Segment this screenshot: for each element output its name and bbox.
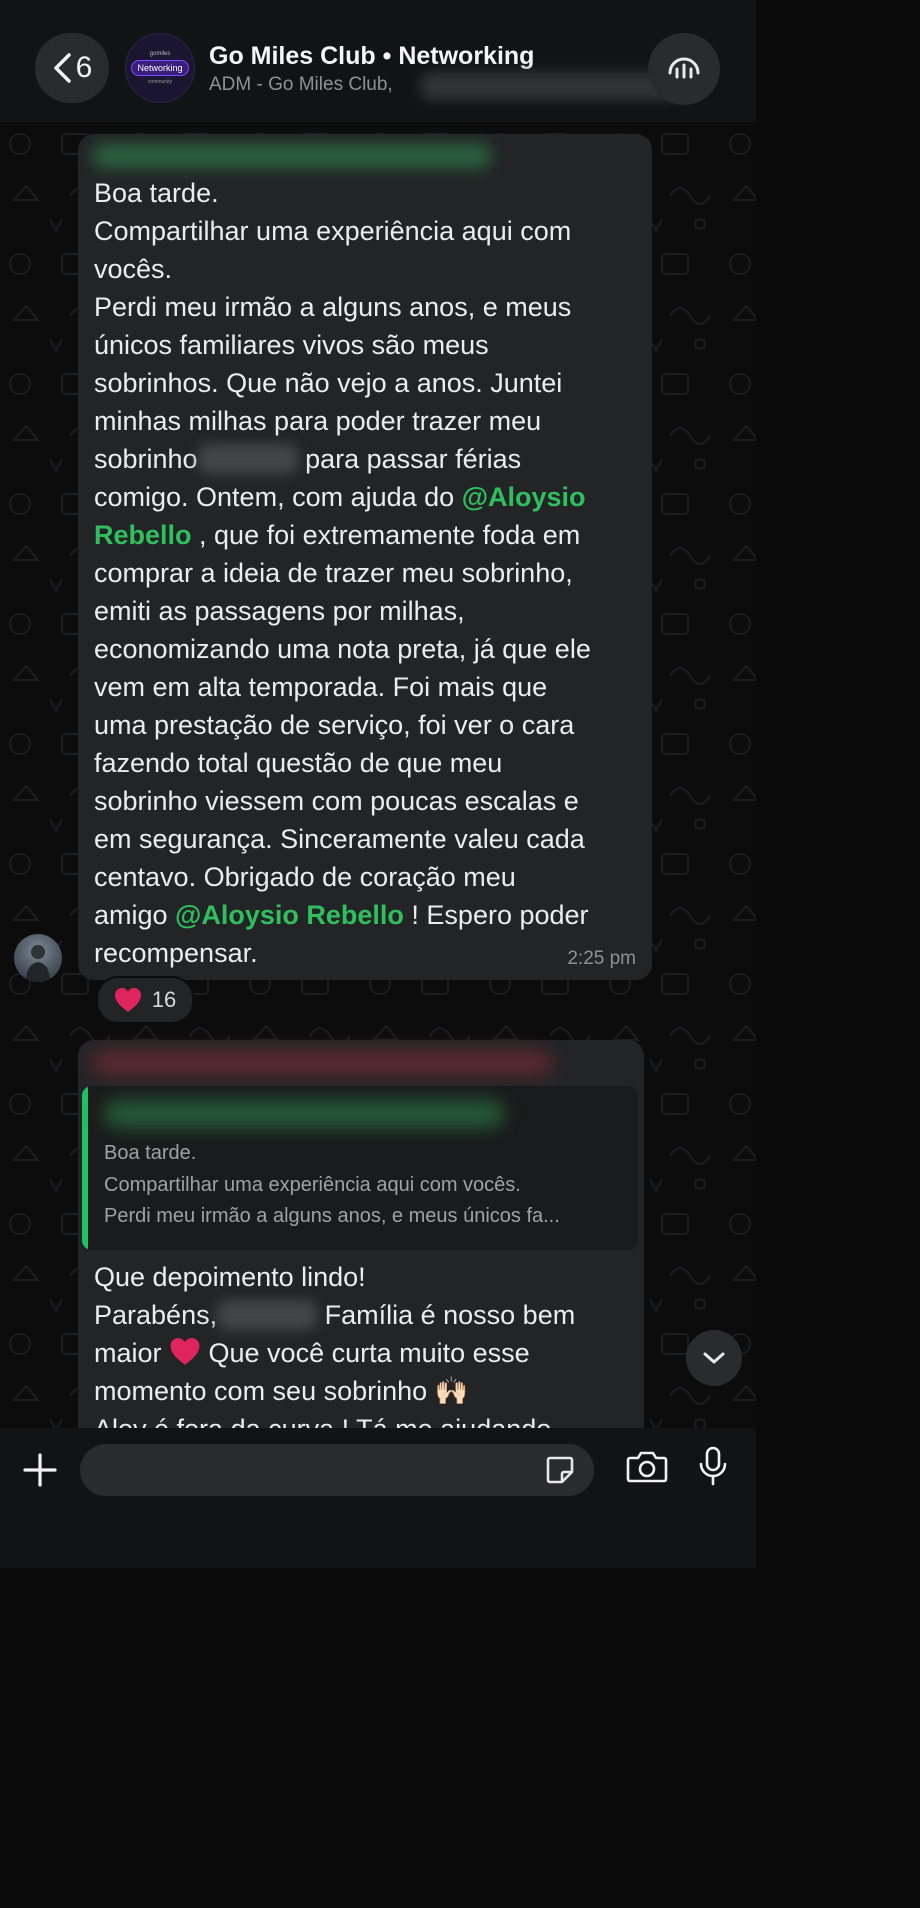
redacted-name [217,1300,318,1330]
message-line: sobrinho para passar férias [94,440,642,478]
text-fragment: sobrinho [94,444,198,474]
message-line: amigo @Aloysio Rebello ! Espero poder [94,896,642,934]
message-line: comprar a ideia de trazer meu sobrinho, [94,558,573,588]
message-composer [0,1428,756,1568]
message-timestamp: 2:25 pm [567,948,636,969]
message-line: em segurança. Sinceramente valeu cada [94,824,585,854]
message-bubble[interactable]: Boa tarde. Compartilhar uma experiência … [78,134,652,980]
message-line: Rebello , que foi extremamente foda em [94,516,642,554]
sender-avatar[interactable] [14,934,62,982]
redacted-sender-name [92,1050,552,1076]
chat-screen: 6 gomiles Networking community Go Miles … [0,0,756,1568]
text-fragment: Que você curta muito esse [201,1338,530,1368]
message-line: Parabéns, Família é nosso bem [94,1296,634,1334]
message-text: Que depoimento lindo! Parabéns, Família … [94,1258,634,1448]
text-fragment: , que foi extremamente foda em [191,520,581,550]
chevron-down-icon [703,1352,725,1364]
camera-icon[interactable] [626,1448,668,1484]
scroll-to-bottom-button[interactable] [686,1330,742,1386]
message-line: únicos familiares vivos são meus [94,330,489,360]
group-avatar[interactable]: gomiles Networking community [125,33,195,103]
mention-link[interactable]: @Aloysio Rebello [175,900,404,930]
sticker-icon[interactable] [544,1454,576,1486]
redacted-name [197,444,298,474]
quote-line: Perdi meu irmão a alguns anos, e meus ún… [104,1205,560,1227]
redacted-quoted-sender [104,1100,504,1128]
mention-link[interactable]: @Aloysio [462,482,586,512]
message-text: Boa tarde. Compartilhar uma experiência … [94,174,642,972]
group-call-button[interactable] [648,33,720,105]
text-fragment: Família é nosso bem [317,1300,576,1330]
text-fragment: para passar férias [297,444,522,474]
mention-link[interactable]: Rebello [94,520,192,550]
text-fragment: ! Espero poder [403,900,589,930]
chat-header: 6 gomiles Networking community Go Miles … [0,0,756,122]
chevron-left-icon [53,53,71,83]
message-line: recompensar. [94,938,258,968]
message-line: Compartilhar uma experiência aqui com [94,216,572,246]
text-fragment: amigo [94,900,176,930]
message-line: vocês. [94,254,173,284]
message-line: uma prestação de serviço, foi ver o cara [94,710,575,740]
message-bubble[interactable]: Boa tarde. Compartilhar uma experiência … [78,1040,644,1460]
message-line: maior Que você curta muito esse [94,1334,634,1372]
text-fragment: maior [94,1338,170,1368]
message-line: Perdi meu irmão a alguns anos, e meus [94,292,572,322]
back-button[interactable]: 6 [35,33,109,103]
message-input[interactable] [80,1444,594,1496]
message-line: emiti as passagens por milhas, [94,596,465,626]
message-line: vem em alta temporada. Foi mais que [94,672,548,702]
message-line: Boa tarde. [94,178,219,208]
reaction-badge[interactable]: 16 [96,976,194,1024]
redacted-sender-name [92,144,492,168]
message-line: centavo. Obrigado de coração meu [94,862,516,892]
audio-call-icon [668,57,700,79]
quote-accent-bar [82,1086,88,1250]
message-line: minhas milhas para poder trazer meu [94,406,542,436]
heart-icon [114,988,141,1012]
avatar-brand-text: gomiles [149,51,171,57]
avatar-photo-icon [26,945,50,982]
heart-emoji-icon [170,1338,200,1365]
text-fragment: Parabéns, [94,1300,218,1330]
message-line: fazendo total questão de que meu [94,748,503,778]
message-line: sobrinhos. Que não vejo a anos. Juntei [94,368,563,398]
message-line: sobrinho viessem com poucas escalas e [94,786,579,816]
message-line: momento com seu sobrinho 🙌🏻 [94,1376,469,1406]
message-line: Que depoimento lindo! [94,1262,366,1292]
quoted-message[interactable]: Boa tarde. Compartilhar uma experiência … [82,1086,638,1250]
quote-line: Boa tarde. [104,1142,197,1164]
unread-count: 6 [75,51,93,84]
reaction-count: 16 [151,987,177,1012]
avatar-pill-text: Networking [131,60,189,76]
message-line: comigo. Ontem, com ajuda do @Aloysio [94,478,642,516]
redacted-participants [420,72,680,100]
quote-line: Compartilhar uma experiência aqui com vo… [104,1174,521,1196]
chat-title[interactable]: Go Miles Club • Networking [209,42,534,71]
plus-icon[interactable] [22,1452,58,1488]
text-fragment: comigo. Ontem, com ajuda do [94,482,462,512]
microphone-icon[interactable] [698,1446,728,1486]
message-line: economizando uma nota preta, já que ele [94,634,591,664]
chat-subtitle[interactable]: ADM - Go Miles Club, [209,74,393,96]
avatar-bottom-text: community [147,79,173,85]
